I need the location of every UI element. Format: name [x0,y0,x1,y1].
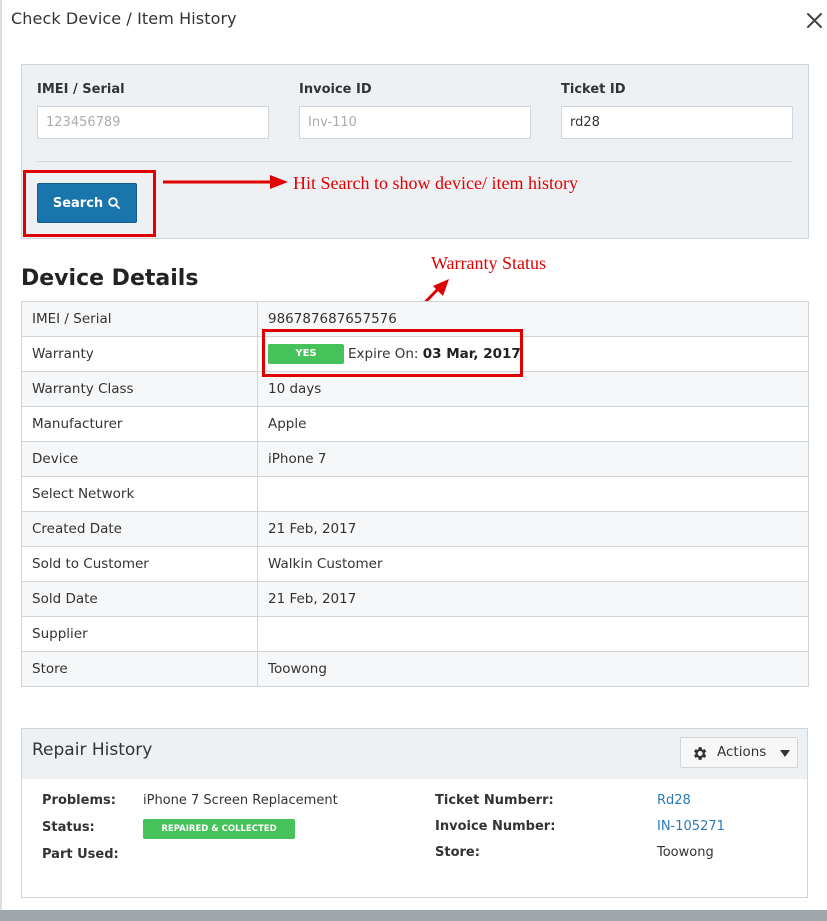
row-value [257,476,809,512]
row-key: Select Network [21,476,258,512]
repair-history-title: Repair History [32,740,153,760]
modal-title: Check Device / Item History [11,9,237,28]
table-row: Supplier [21,616,809,652]
table-row: Sold to Customer Walkin Customer [21,546,809,582]
search-hint-annotation: Hit Search to show device/ item history [293,173,578,193]
search-highlight-box [23,170,156,237]
row-key: Created Date [21,511,258,547]
ticket-label: Ticket ID [561,82,626,97]
table-row: Manufacturer Apple [21,406,809,442]
repair-status-badge: REPAIRED & COLLECTED [143,819,295,839]
ticket-input[interactable] [561,106,793,139]
table-row: Sold Date 21 Feb, 2017 [21,581,809,617]
row-key: Sold to Customer [21,546,258,582]
part-used-label: Part Used: [42,847,119,862]
invoice-number-link[interactable]: IN-105271 [657,819,725,834]
modal-border [0,0,2,921]
imei-input[interactable] [37,106,269,139]
caret-down-icon [780,750,790,757]
row-value: Walkin Customer [257,546,809,582]
ticket-number-label: Ticket Numberr: [435,793,554,808]
store-label: Store: [435,845,480,860]
row-key: Supplier [21,616,258,652]
row-value: 21 Feb, 2017 [257,581,809,617]
table-row: Select Network [21,476,809,512]
gear-icon [694,747,707,760]
panel-divider [37,161,793,162]
repair-history-panel: Repair History Actions Problems: iPhone … [21,728,808,898]
row-value: iPhone 7 [257,441,809,477]
row-key: Sold Date [21,581,258,617]
row-key: Manufacturer [21,406,258,442]
store-value: Toowong [657,845,714,860]
row-value: Toowong [257,651,809,687]
table-row: Device iPhone 7 [21,441,809,477]
ticket-number-link[interactable]: Rd28 [657,793,691,808]
row-value [257,616,809,652]
row-key: IMEI / Serial [21,301,258,337]
problems-value: iPhone 7 Screen Replacement [143,793,338,808]
row-key: Warranty [21,336,258,372]
row-value: 21 Feb, 2017 [257,511,809,547]
row-key: Warranty Class [21,371,258,407]
imei-label: IMEI / Serial [37,82,125,97]
repair-history-header: Repair History Actions [22,729,807,779]
invoice-number-label: Invoice Number: [435,819,556,834]
row-key: Store [21,651,258,687]
row-value: Apple [257,406,809,442]
actions-button[interactable]: Actions [680,737,798,768]
device-details-title: Device Details [21,266,199,291]
table-row: Store Toowong [21,651,809,687]
problems-label: Problems: [42,793,116,808]
invoice-label: Invoice ID [299,82,372,97]
invoice-input[interactable] [299,106,531,139]
close-button[interactable] [803,8,827,32]
status-label: Status: [42,820,95,835]
close-icon [807,13,822,28]
actions-label: Actions [717,744,767,760]
warranty-hint-annotation: Warranty Status [431,253,547,273]
row-key: Device [21,441,258,477]
table-row: Created Date 21 Feb, 2017 [21,511,809,547]
modal-header: Check Device / Item History [0,0,827,42]
backdrop-overlay [0,910,827,921]
warranty-highlight-box [262,329,523,377]
